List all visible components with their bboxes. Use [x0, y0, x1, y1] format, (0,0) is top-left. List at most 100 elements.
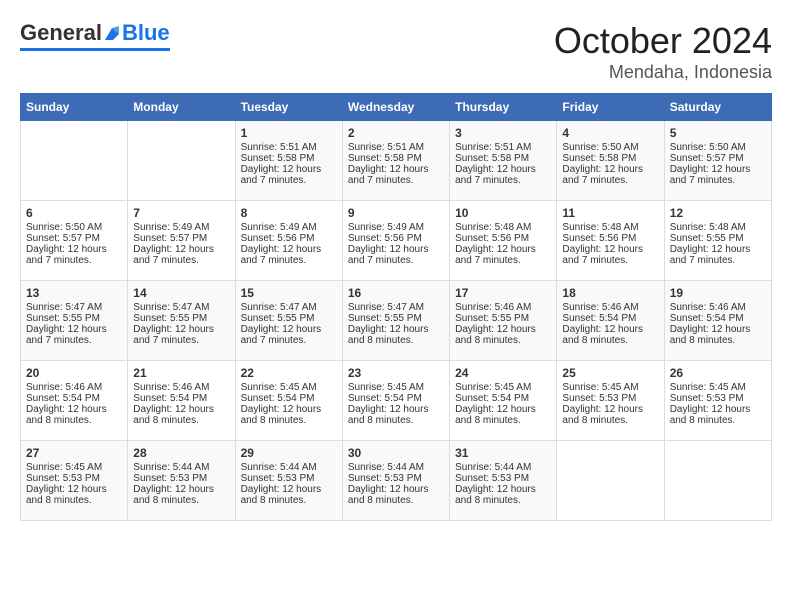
column-header-friday: Friday: [557, 94, 664, 121]
column-header-saturday: Saturday: [664, 94, 771, 121]
day-info-line: and 8 minutes.: [26, 495, 122, 506]
day-info-line: Sunrise: 5:50 AM: [562, 142, 658, 153]
day-info-line: and 8 minutes.: [670, 415, 766, 426]
day-info-line: and 7 minutes.: [562, 255, 658, 266]
day-info-line: Sunrise: 5:51 AM: [455, 142, 551, 153]
day-info-line: Sunrise: 5:46 AM: [670, 302, 766, 313]
day-info-line: and 8 minutes.: [133, 415, 229, 426]
day-number: 3: [455, 126, 551, 140]
day-info-line: Sunset: 5:58 PM: [562, 153, 658, 164]
day-info-line: and 8 minutes.: [562, 335, 658, 346]
day-info-line: and 8 minutes.: [670, 335, 766, 346]
day-info-line: Sunset: 5:55 PM: [26, 313, 122, 324]
day-info-line: Sunrise: 5:47 AM: [241, 302, 337, 313]
calendar-cell: 8Sunrise: 5:49 AMSunset: 5:56 PMDaylight…: [235, 201, 342, 281]
day-info-line: Sunset: 5:56 PM: [455, 233, 551, 244]
day-number: 20: [26, 366, 122, 380]
day-number: 13: [26, 286, 122, 300]
day-info-line: and 8 minutes.: [455, 495, 551, 506]
day-info-line: Sunset: 5:54 PM: [348, 393, 444, 404]
day-info-line: Daylight: 12 hours: [133, 244, 229, 255]
calendar-cell: 15Sunrise: 5:47 AMSunset: 5:55 PMDayligh…: [235, 281, 342, 361]
day-number: 21: [133, 366, 229, 380]
column-header-thursday: Thursday: [450, 94, 557, 121]
day-info-line: Daylight: 12 hours: [241, 164, 337, 175]
day-info-line: Daylight: 12 hours: [455, 484, 551, 495]
day-info-line: Sunset: 5:58 PM: [348, 153, 444, 164]
calendar-cell: 17Sunrise: 5:46 AMSunset: 5:55 PMDayligh…: [450, 281, 557, 361]
logo-blue-text: Blue: [122, 20, 170, 46]
day-info-line: Sunset: 5:53 PM: [455, 473, 551, 484]
day-info-line: and 7 minutes.: [26, 335, 122, 346]
calendar-cell: 3Sunrise: 5:51 AMSunset: 5:58 PMDaylight…: [450, 121, 557, 201]
day-info-line: Sunset: 5:55 PM: [241, 313, 337, 324]
day-info-line: Daylight: 12 hours: [241, 244, 337, 255]
day-info-line: and 8 minutes.: [241, 495, 337, 506]
day-info-line: Sunset: 5:53 PM: [241, 473, 337, 484]
day-info-line: Sunrise: 5:48 AM: [562, 222, 658, 233]
day-number: 24: [455, 366, 551, 380]
day-number: 2: [348, 126, 444, 140]
day-info-line: Daylight: 12 hours: [348, 324, 444, 335]
day-info-line: Sunset: 5:55 PM: [348, 313, 444, 324]
day-number: 25: [562, 366, 658, 380]
day-info-line: Sunset: 5:54 PM: [241, 393, 337, 404]
day-info-line: and 7 minutes.: [133, 335, 229, 346]
day-info-line: Sunrise: 5:49 AM: [241, 222, 337, 233]
day-info-line: and 7 minutes.: [26, 255, 122, 266]
day-info-line: and 7 minutes.: [670, 255, 766, 266]
day-info-line: and 8 minutes.: [455, 335, 551, 346]
day-info-line: Sunset: 5:57 PM: [670, 153, 766, 164]
calendar-cell: 16Sunrise: 5:47 AMSunset: 5:55 PMDayligh…: [342, 281, 449, 361]
calendar-cell: 2Sunrise: 5:51 AMSunset: 5:58 PMDaylight…: [342, 121, 449, 201]
day-info-line: Sunrise: 5:48 AM: [670, 222, 766, 233]
day-info-line: Daylight: 12 hours: [562, 244, 658, 255]
day-info-line: Sunset: 5:53 PM: [348, 473, 444, 484]
column-header-tuesday: Tuesday: [235, 94, 342, 121]
page-header: General Blue October 2024 Mendaha, Indon…: [20, 20, 772, 83]
calendar-cell: 27Sunrise: 5:45 AMSunset: 5:53 PMDayligh…: [21, 441, 128, 521]
day-info-line: Daylight: 12 hours: [133, 484, 229, 495]
day-info-line: Daylight: 12 hours: [26, 324, 122, 335]
day-info-line: and 8 minutes.: [133, 495, 229, 506]
day-info-line: and 7 minutes.: [241, 335, 337, 346]
day-info-line: and 7 minutes.: [455, 175, 551, 186]
day-info-line: and 7 minutes.: [133, 255, 229, 266]
column-header-monday: Monday: [128, 94, 235, 121]
calendar-week-row: 13Sunrise: 5:47 AMSunset: 5:55 PMDayligh…: [21, 281, 772, 361]
day-info-line: Sunset: 5:57 PM: [26, 233, 122, 244]
day-info-line: Daylight: 12 hours: [26, 484, 122, 495]
day-info-line: Sunset: 5:55 PM: [133, 313, 229, 324]
day-number: 18: [562, 286, 658, 300]
day-info-line: Sunrise: 5:47 AM: [348, 302, 444, 313]
day-info-line: Sunset: 5:54 PM: [26, 393, 122, 404]
day-info-line: and 8 minutes.: [562, 415, 658, 426]
day-number: 4: [562, 126, 658, 140]
day-info-line: Sunset: 5:55 PM: [670, 233, 766, 244]
calendar-table: SundayMondayTuesdayWednesdayThursdayFrid…: [20, 93, 772, 521]
day-info-line: Sunrise: 5:44 AM: [133, 462, 229, 473]
calendar-cell: 18Sunrise: 5:46 AMSunset: 5:54 PMDayligh…: [557, 281, 664, 361]
day-number: 1: [241, 126, 337, 140]
day-info-line: Sunrise: 5:50 AM: [670, 142, 766, 153]
day-info-line: Sunrise: 5:48 AM: [455, 222, 551, 233]
calendar-cell: 1Sunrise: 5:51 AMSunset: 5:58 PMDaylight…: [235, 121, 342, 201]
calendar-cell: 19Sunrise: 5:46 AMSunset: 5:54 PMDayligh…: [664, 281, 771, 361]
day-number: 17: [455, 286, 551, 300]
day-info-line: Daylight: 12 hours: [455, 324, 551, 335]
day-info-line: Daylight: 12 hours: [562, 164, 658, 175]
day-info-line: and 8 minutes.: [348, 495, 444, 506]
calendar-cell: 28Sunrise: 5:44 AMSunset: 5:53 PMDayligh…: [128, 441, 235, 521]
day-info-line: Sunset: 5:56 PM: [562, 233, 658, 244]
calendar-cell: 12Sunrise: 5:48 AMSunset: 5:55 PMDayligh…: [664, 201, 771, 281]
day-info-line: Sunrise: 5:47 AM: [133, 302, 229, 313]
calendar-cell: 9Sunrise: 5:49 AMSunset: 5:56 PMDaylight…: [342, 201, 449, 281]
day-info-line: Sunset: 5:56 PM: [348, 233, 444, 244]
calendar-cell: 23Sunrise: 5:45 AMSunset: 5:54 PMDayligh…: [342, 361, 449, 441]
day-info-line: Sunset: 5:54 PM: [455, 393, 551, 404]
day-info-line: Daylight: 12 hours: [670, 324, 766, 335]
day-number: 28: [133, 446, 229, 460]
day-info-line: and 8 minutes.: [455, 415, 551, 426]
day-info-line: Daylight: 12 hours: [670, 164, 766, 175]
day-info-line: Sunset: 5:57 PM: [133, 233, 229, 244]
